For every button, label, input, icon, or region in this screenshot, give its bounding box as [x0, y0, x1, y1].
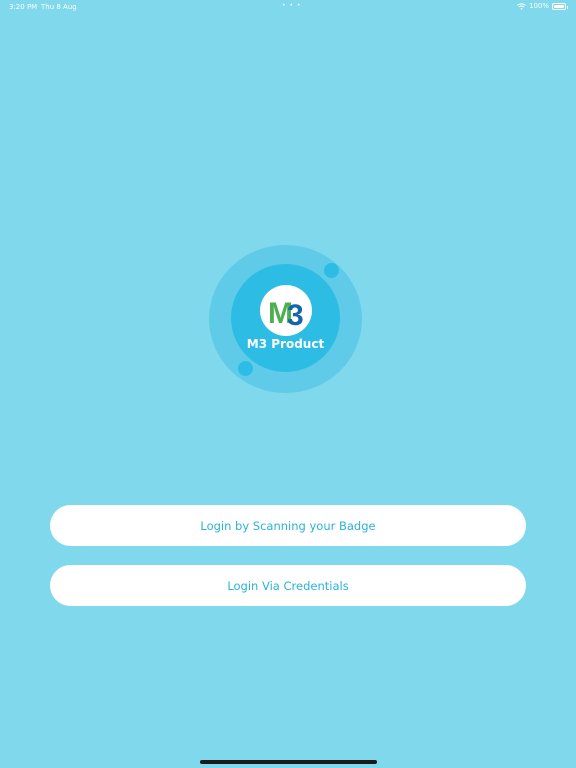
product-name: M3 Product — [246, 337, 325, 351]
status-indicators: 100% — [517, 2, 568, 10]
wifi-icon — [517, 2, 526, 10]
m3-logo-icon: M 3 — [268, 297, 304, 331]
status-bar: 3:20 PM Thu 8 Aug • • • 100% — [0, 0, 576, 14]
multitasking-dots[interactable]: • • • — [282, 2, 301, 9]
battery-icon — [552, 2, 568, 10]
login-credentials-button[interactable]: Login Via Credentials — [50, 565, 526, 606]
home-indicator[interactable] — [200, 760, 377, 764]
logo-orbit-dot — [238, 361, 253, 376]
svg-text:3: 3 — [287, 299, 304, 331]
login-screen: 3:20 PM Thu 8 Aug • • • 100% M 3 M3 Prod… — [0, 0, 576, 768]
battery-percentage: 100% — [528, 2, 549, 10]
logo-orbit-dot — [324, 263, 339, 278]
m3-logo-badge: M 3 — [260, 285, 312, 336]
login-scan-badge-button[interactable]: Login by Scanning your Badge — [50, 505, 526, 546]
status-date: Thu 8 Aug — [41, 3, 77, 11]
status-time: 3:20 PM — [9, 3, 38, 11]
